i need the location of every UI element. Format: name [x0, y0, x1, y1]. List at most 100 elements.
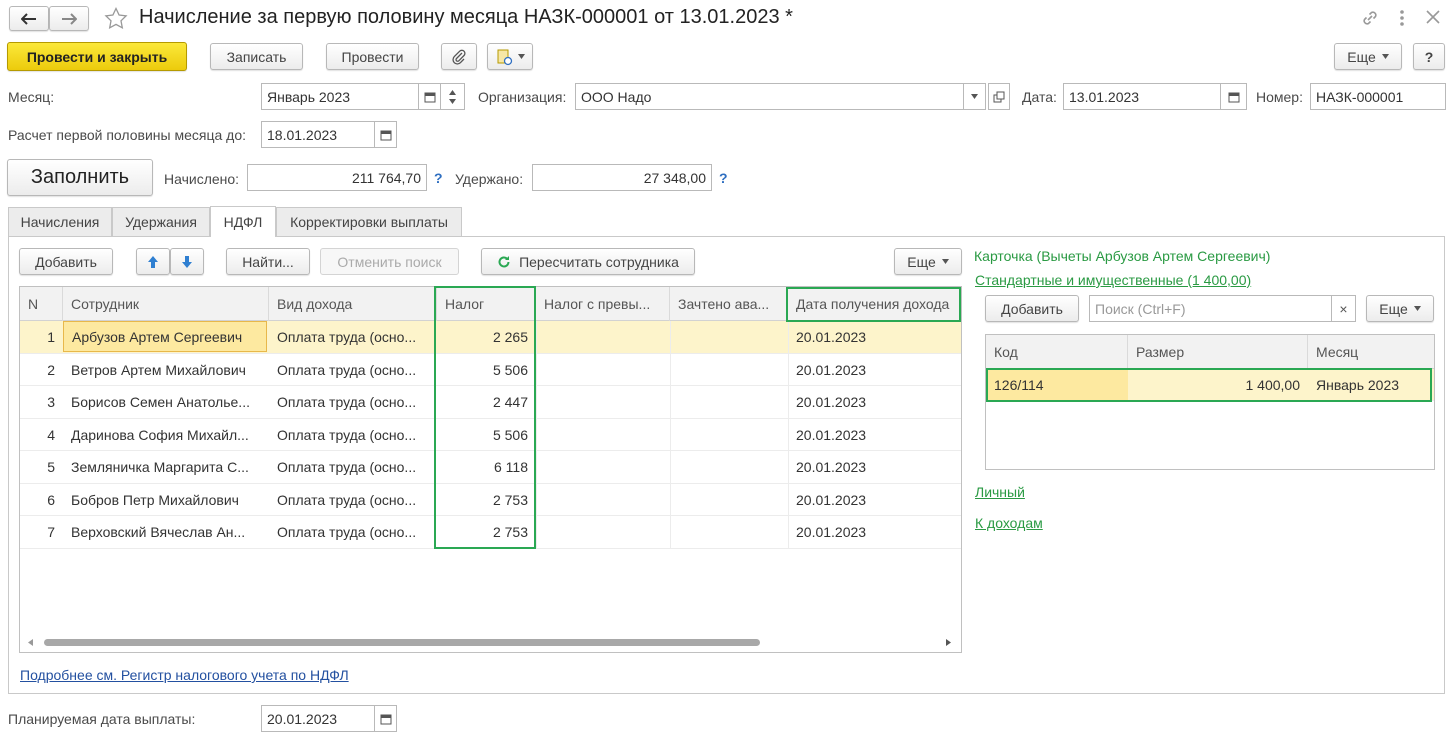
table-row[interactable]: 2 Ветров Артем Михайлович Оплата труда (… — [20, 354, 961, 386]
header-advance-credited[interactable]: Зачтено ава... — [670, 287, 788, 321]
move-down-button[interactable] — [170, 248, 204, 275]
month-calendar-button[interactable] — [419, 83, 441, 110]
header-tax[interactable]: Налог — [437, 287, 536, 321]
horizontal-scrollbar-thumb[interactable] — [44, 639, 760, 646]
post-button[interactable]: Провести — [326, 43, 419, 70]
date-calendar-button[interactable] — [1221, 83, 1247, 110]
move-up-button[interactable] — [136, 248, 170, 275]
cell-income-type: Оплата труда (осно... — [277, 459, 417, 475]
scroll-right-icon[interactable] — [946, 639, 951, 646]
cell-employee: Бобров Петр Михайлович — [71, 491, 239, 508]
header-employee[interactable]: Сотрудник — [63, 287, 269, 321]
table-row[interactable]: 1 Арбузов Артем Сергеевич Оплата труда (… — [20, 321, 961, 354]
card-more-button[interactable]: Еще — [1366, 295, 1434, 322]
ndfl-table: N Сотрудник Вид дохода Налог Налог с пре… — [19, 286, 962, 653]
tab-payment-corrections[interactable]: Корректировки выплаты — [276, 207, 462, 236]
add-row-button[interactable]: Добавить — [19, 248, 113, 275]
cancel-search-button[interactable]: Отменить поиск — [320, 248, 459, 275]
cell-employee: Ветров Артем Михайлович — [71, 361, 246, 378]
header-code[interactable]: Код — [986, 335, 1128, 369]
number-field[interactable]: НАЗК-000001 — [1310, 83, 1446, 110]
accrued-field: 211 764,70 — [247, 164, 427, 191]
standard-deductions-link[interactable]: Стандартные и имущественные (1 400,00) — [975, 272, 1251, 288]
organization-dropdown-button[interactable] — [964, 83, 986, 110]
deductions-table: Код Размер Месяц 126/114 1 400,00 Январь… — [985, 334, 1435, 470]
table-row[interactable]: 3 Борисов Семен Анатолье... Оплата труда… — [20, 386, 961, 419]
table-more-button[interactable]: Еще — [894, 248, 962, 275]
post-and-close-button[interactable]: Провести и закрыть — [7, 42, 187, 71]
card-search-input[interactable]: Поиск (Ctrl+F) — [1089, 295, 1332, 322]
arrow-up-icon — [147, 255, 159, 269]
table-header: N Сотрудник Вид дохода Налог Налог с пре… — [20, 287, 961, 321]
attach-button[interactable] — [441, 43, 477, 70]
arrow-down-icon — [181, 255, 193, 269]
link-icon[interactable] — [1360, 8, 1380, 28]
cell-income-date: 20.01.2023 — [796, 426, 867, 443]
header-income-date[interactable]: Дата получения дохода — [788, 287, 961, 321]
calendar-icon — [380, 129, 392, 141]
header-month[interactable]: Месяц — [1308, 335, 1434, 369]
cell-employee[interactable]: Арбузов Артем Сергеевич — [63, 321, 267, 352]
kebab-menu-icon[interactable] — [1398, 8, 1406, 28]
find-button[interactable]: Найти... — [226, 248, 310, 275]
tab-ndfl[interactable]: НДФЛ — [210, 206, 276, 237]
organization-field[interactable]: ООО Надо — [575, 83, 964, 110]
cell-income-date: 20.01.2023 — [796, 361, 867, 378]
planned-date-calendar-button[interactable] — [375, 705, 397, 732]
date-field[interactable]: 13.01.2023 — [1063, 83, 1221, 110]
planned-date-field[interactable]: 20.01.2023 — [261, 705, 375, 732]
deduction-row[interactable]: 126/114 1 400,00 Январь 2023 — [986, 369, 1434, 401]
cell-code: 126/114 — [986, 369, 1128, 401]
close-icon[interactable] — [1425, 9, 1441, 25]
accrued-help-icon[interactable]: ? — [434, 170, 443, 186]
tab-deductions[interactable]: Удержания — [112, 207, 210, 236]
card-search-placeholder: Поиск (Ctrl+F) — [1095, 300, 1186, 317]
header-amount[interactable]: Размер — [1128, 335, 1308, 369]
table-row[interactable]: 4 Даринова София Михайл... Оплата труда … — [20, 419, 961, 451]
header-n[interactable]: N — [20, 287, 63, 321]
table-row[interactable]: 7 Верховский Вячеслав Ан... Оплата труда… — [20, 516, 961, 549]
create-based-on-button[interactable] — [487, 43, 533, 70]
to-income-link[interactable]: К доходам — [975, 515, 1043, 531]
month-label: Месяц: — [8, 89, 55, 105]
cell-income-date: 20.01.2023 — [796, 524, 867, 540]
help-button[interactable]: ? — [1413, 43, 1445, 70]
personal-link[interactable]: Личный — [975, 484, 1025, 500]
cell-n: 2 — [47, 361, 55, 378]
organization-label: Организация: — [478, 89, 567, 105]
deductions-header: Код Размер Месяц — [986, 335, 1434, 369]
cell-amount: 1 400,00 — [1245, 377, 1301, 393]
scroll-left-icon[interactable] — [28, 639, 33, 646]
cell-income-date: 20.01.2023 — [796, 394, 867, 410]
card-add-button[interactable]: Добавить — [985, 295, 1079, 322]
more-button[interactable]: Еще — [1334, 43, 1402, 70]
favorite-star-icon[interactable] — [104, 7, 128, 30]
table-row[interactable]: 5 Земляничка Маргарита С... Оплата труда… — [20, 451, 961, 484]
card-search-clear-button[interactable]: × — [1331, 295, 1356, 322]
card-more-label: Еще — [1379, 300, 1408, 317]
month-field[interactable]: Январь 2023 — [261, 83, 419, 110]
planned-date-label: Планируемая дата выплаты: — [8, 711, 196, 727]
register-link[interactable]: Подробнее см. Регистр налогового учета п… — [20, 667, 349, 683]
window-title: Начисление за первую половину месяца НАЗ… — [139, 6, 793, 28]
table-row[interactable]: 6 Бобров Петр Михайлович Оплата труда (о… — [20, 484, 961, 516]
withheld-help-icon[interactable]: ? — [719, 170, 728, 186]
organization-open-button[interactable] — [988, 83, 1010, 110]
accrued-label: Начислено: — [164, 171, 240, 187]
cell-n: 1 — [47, 329, 55, 345]
more-button-label: Еще — [1347, 48, 1376, 65]
calendar-icon — [380, 713, 392, 725]
fill-button[interactable]: Заполнить — [7, 159, 153, 196]
header-tax-excess[interactable]: Налог с превы... — [536, 287, 670, 321]
tab-accruals[interactable]: Начисления — [8, 207, 112, 236]
save-button[interactable]: Записать — [210, 43, 303, 70]
recalculate-employee-button[interactable]: Пересчитать сотрудника — [481, 248, 695, 275]
calc-until-field[interactable]: 18.01.2023 — [261, 121, 375, 148]
back-button[interactable] — [9, 6, 49, 31]
calc-until-calendar-button[interactable] — [375, 121, 397, 148]
calc-until-label: Расчет первой половины месяца до: — [8, 127, 246, 143]
month-spinner[interactable] — [441, 83, 465, 110]
forward-button[interactable] — [49, 6, 89, 31]
document-create-icon — [496, 48, 514, 66]
header-income-type[interactable]: Вид дохода — [269, 287, 437, 321]
